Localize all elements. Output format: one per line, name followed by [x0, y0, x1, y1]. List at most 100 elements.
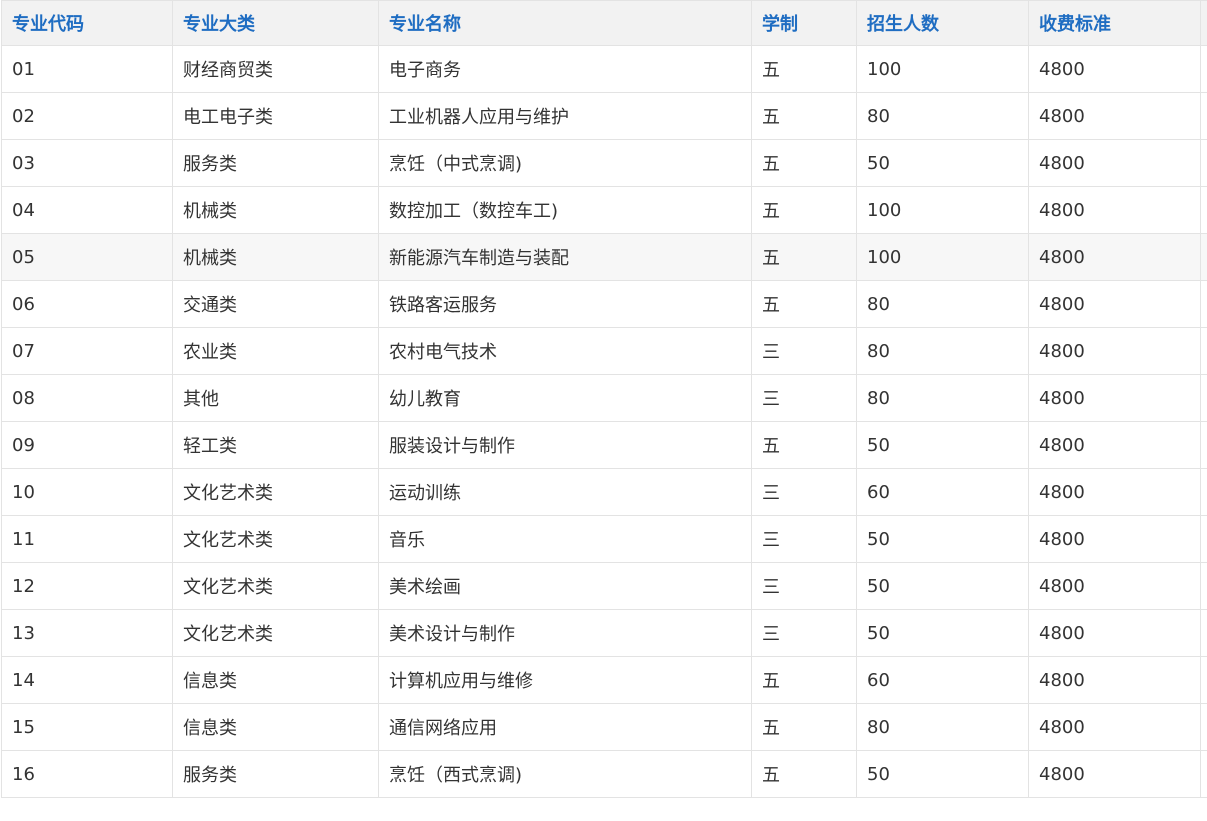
major-name-cell: 运动训练 [378, 468, 752, 516]
header-duration: 学制 [751, 0, 857, 46]
duration-cell: 五 [751, 92, 857, 140]
duration-cell: 五 [751, 750, 857, 798]
major-name-cell: 铁路客运服务 [378, 280, 752, 328]
duration-cell: 三 [751, 327, 857, 375]
duration-cell: 三 [751, 562, 857, 610]
overflow-cell [1200, 139, 1207, 187]
tuition-cell: 4800 [1028, 374, 1201, 422]
major-category-cell: 服务类 [172, 139, 379, 187]
major-category-cell: 轻工类 [172, 421, 379, 469]
major-name-cell: 幼儿教育 [378, 374, 752, 422]
major-code-cell: 15 [1, 703, 173, 751]
overflow-cell [1200, 92, 1207, 140]
tuition-cell: 4800 [1028, 233, 1201, 281]
enrollment-count-cell: 80 [856, 374, 1029, 422]
duration-cell: 三 [751, 374, 857, 422]
major-code-cell: 05 [1, 233, 173, 281]
major-name-cell: 计算机应用与维修 [378, 656, 752, 704]
enrollment-count-cell: 50 [856, 421, 1029, 469]
table-row: 02 电工电子类 工业机器人应用与维护五 80 4800 [1, 92, 1207, 140]
tuition-cell: 4800 [1028, 92, 1201, 140]
tuition-cell: 4800 [1028, 468, 1201, 516]
header-tuition: 收费标准 [1028, 0, 1201, 46]
major-category-cell: 机械类 [172, 233, 379, 281]
duration-cell: 五 [751, 656, 857, 704]
overflow-cell [1200, 515, 1207, 563]
major-code-cell: 08 [1, 374, 173, 422]
major-category-cell: 文化艺术类 [172, 562, 379, 610]
enrollment-count-cell: 50 [856, 562, 1029, 610]
major-code-cell: 03 [1, 139, 173, 187]
enrollment-count-cell: 100 [856, 45, 1029, 93]
enrollment-count-cell: 50 [856, 515, 1029, 563]
tuition-cell: 4800 [1028, 280, 1201, 328]
duration-cell: 五 [751, 186, 857, 234]
major-code-cell: 10 [1, 468, 173, 516]
major-name-cell: 通信网络应用 [378, 703, 752, 751]
enrollment-count-cell: 80 [856, 327, 1029, 375]
table-row: 13 文化艺术类 美术设计与制作三 50 4800 [1, 609, 1207, 657]
duration-cell: 五 [751, 233, 857, 281]
major-code-cell: 11 [1, 515, 173, 563]
overflow-cell [1200, 280, 1207, 328]
table-row: 06 交通类 铁路客运服务五 80 4800 [1, 280, 1207, 328]
major-code-cell: 14 [1, 656, 173, 704]
major-category-cell: 信息类 [172, 703, 379, 751]
enrollment-count-cell: 50 [856, 750, 1029, 798]
enrollment-count-cell: 50 [856, 139, 1029, 187]
table-row: 14 信息类 计算机应用与维修五 60 4800 [1, 656, 1207, 704]
overflow-cell [1200, 656, 1207, 704]
overflow-cell [1200, 421, 1207, 469]
overflow-cell [1200, 703, 1207, 751]
enrollment-count-cell: 80 [856, 92, 1029, 140]
duration-cell: 五 [751, 421, 857, 469]
tuition-cell: 4800 [1028, 421, 1201, 469]
major-name-cell: 电子商务 [378, 45, 752, 93]
major-name-cell: 美术绘画 [378, 562, 752, 610]
table-row: 09 轻工类 服装设计与制作五 50 4800 [1, 421, 1207, 469]
enrollment-count-cell: 80 [856, 280, 1029, 328]
tuition-cell: 4800 [1028, 750, 1201, 798]
overflow-cell [1200, 233, 1207, 281]
major-category-cell: 文化艺术类 [172, 468, 379, 516]
table-row: 15 信息类 通信网络应用五 80 4800 [1, 703, 1207, 751]
major-code-cell: 04 [1, 186, 173, 234]
major-code-cell: 12 [1, 562, 173, 610]
major-name-cell: 音乐 [378, 515, 752, 563]
major-category-cell: 文化艺术类 [172, 609, 379, 657]
tuition-cell: 4800 [1028, 515, 1201, 563]
duration-cell: 五 [751, 703, 857, 751]
enrollment-count-cell: 60 [856, 468, 1029, 516]
overflow-cell [1200, 609, 1207, 657]
tuition-cell: 4800 [1028, 562, 1201, 610]
duration-cell: 五 [751, 139, 857, 187]
major-name-cell: 工业机器人应用与维护 [378, 92, 752, 140]
major-code-cell: 09 [1, 421, 173, 469]
table-row: 04 机械类 数控加工（数控车工) 五 100 4800 [1, 186, 1207, 234]
tuition-cell: 4800 [1028, 703, 1201, 751]
header-overflow-cell [1200, 0, 1207, 46]
major-name-cell: 数控加工（数控车工) [378, 186, 752, 234]
enrollment-count-cell: 60 [856, 656, 1029, 704]
major-category-cell: 服务类 [172, 750, 379, 798]
tuition-cell: 4800 [1028, 186, 1201, 234]
table-row: 03 服务类 烹饪（中式烹调) 五 50 4800 [1, 139, 1207, 187]
header-major-category: 专业大类 [172, 0, 379, 46]
tuition-cell: 4800 [1028, 656, 1201, 704]
overflow-cell [1200, 750, 1207, 798]
duration-cell: 五 [751, 280, 857, 328]
tuition-cell: 4800 [1028, 609, 1201, 657]
header-enrollment-count: 招生人数 [856, 0, 1029, 46]
table-row: 12 文化艺术类 美术绘画三 50 4800 [1, 562, 1207, 610]
major-category-cell: 电工电子类 [172, 92, 379, 140]
major-code-cell: 13 [1, 609, 173, 657]
major-name-cell: 美术设计与制作 [378, 609, 752, 657]
major-name-cell: 烹饪（中式烹调) [378, 139, 752, 187]
enrollment-count-cell: 100 [856, 186, 1029, 234]
major-category-cell: 财经商贸类 [172, 45, 379, 93]
major-name-cell: 烹饪（西式烹调) [378, 750, 752, 798]
table-row: 05 机械类 新能源汽车制造与装配五 100 4800 [1, 233, 1207, 281]
table-row: 01 财经商贸类 电子商务五 100 4800 [1, 45, 1207, 93]
major-code-cell: 01 [1, 45, 173, 93]
major-category-cell: 信息类 [172, 656, 379, 704]
